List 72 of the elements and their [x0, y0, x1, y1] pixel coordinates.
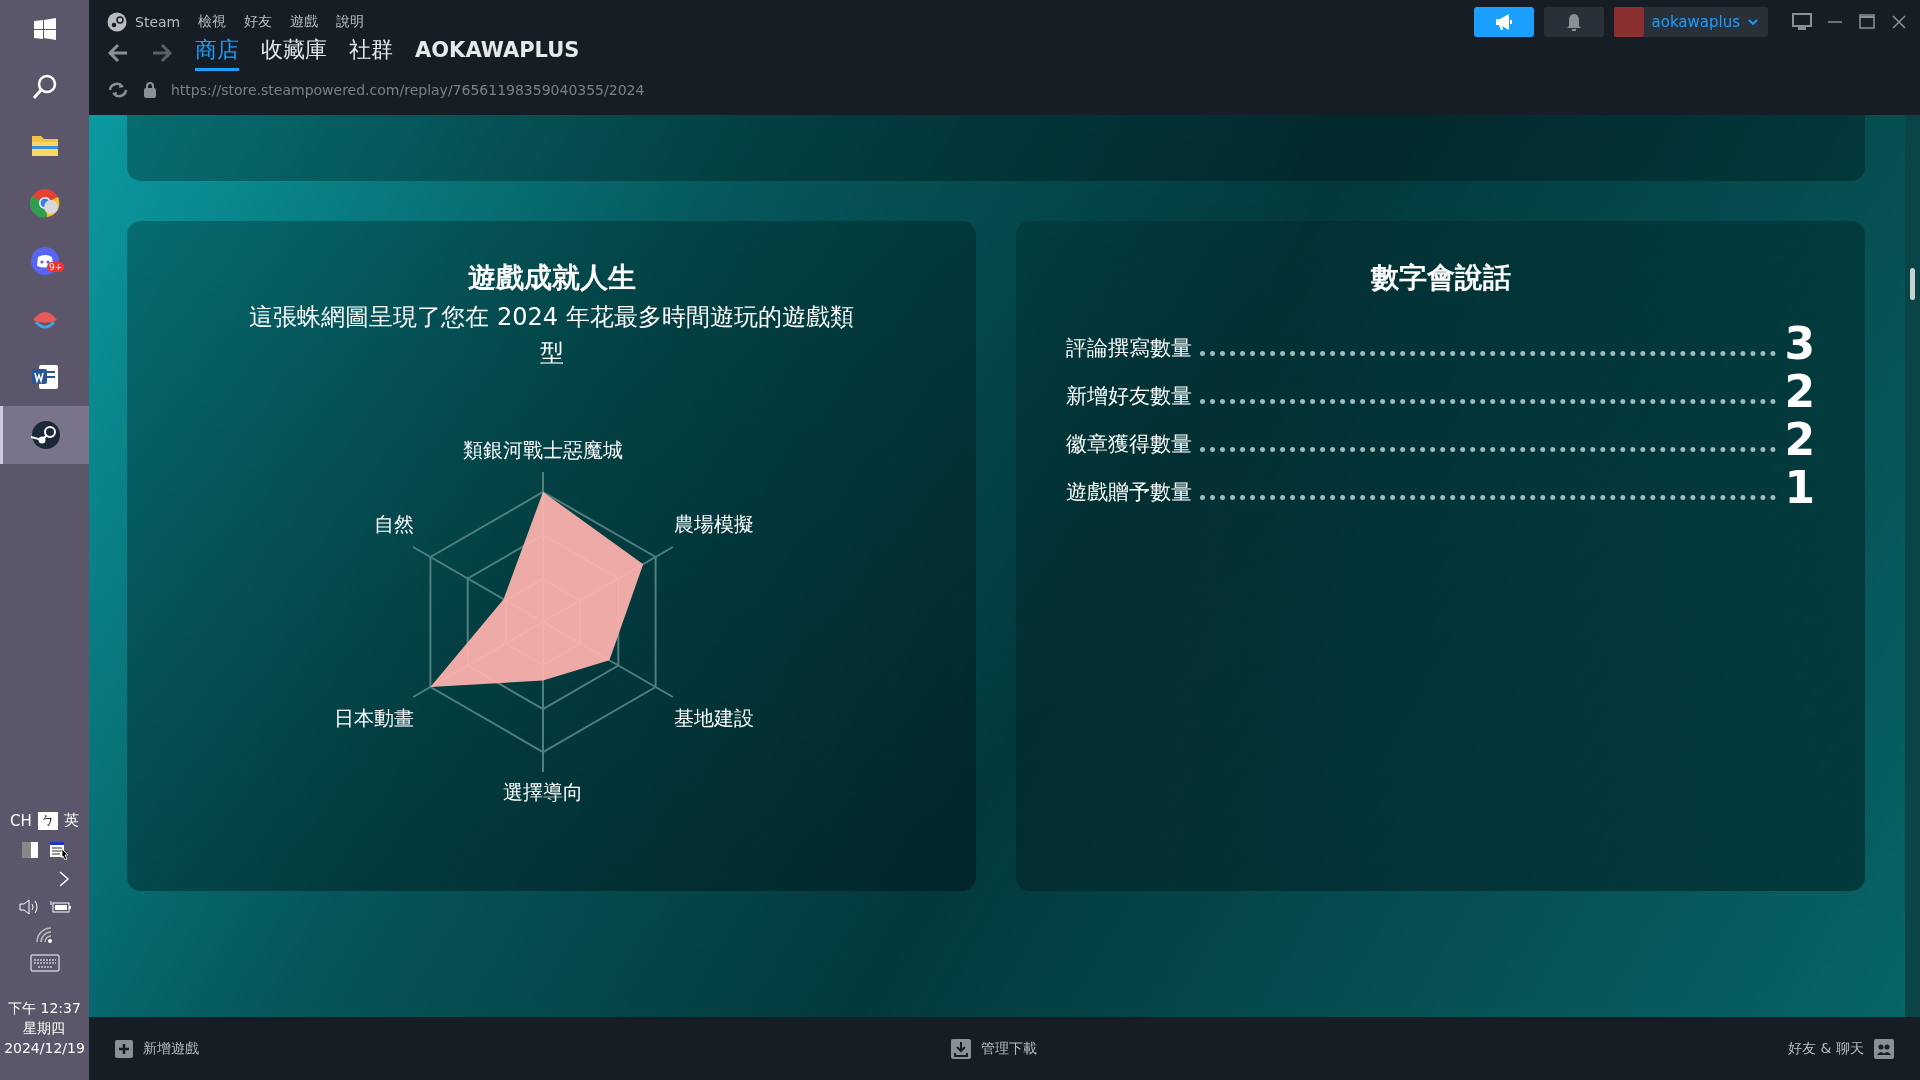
scrollbar[interactable]	[1905, 115, 1920, 1017]
lock-icon	[143, 81, 157, 99]
axis-label: 自然	[373, 512, 414, 536]
chevron-right-icon[interactable]	[57, 870, 70, 888]
notepad-cursor-icon[interactable]	[48, 840, 69, 860]
download-icon	[950, 1038, 971, 1059]
menu-item[interactable]: 說明	[336, 13, 365, 31]
username[interactable]: aokawaplus	[1651, 13, 1740, 31]
reload-icon[interactable]	[107, 81, 129, 99]
card-subtitle: 這張蛛網圖呈現了您在 2024 年花最多時間遊玩的遊戲類型	[248, 302, 855, 369]
nav-tab[interactable]: 社群	[349, 35, 393, 71]
stat-value: 1	[1784, 466, 1815, 510]
bell-icon	[1565, 13, 1582, 31]
steam-logo-icon[interactable]	[31, 420, 61, 450]
wifi-icon[interactable]	[34, 926, 55, 944]
stat-label: 徽章獲得數量	[1066, 431, 1192, 458]
search-icon[interactable]	[30, 73, 59, 101]
battery-icon[interactable]	[49, 900, 72, 914]
folder-icon[interactable]	[30, 133, 59, 157]
stat-label: 新增好友數量	[1066, 383, 1192, 410]
axis-label: 農場模擬	[673, 512, 754, 536]
clock-weekday[interactable]: 星期四	[23, 1020, 66, 1038]
menu-item[interactable]: 好友	[244, 13, 273, 31]
add-game-button[interactable]: 新增遊戲	[109, 1038, 205, 1059]
megaphone-icon	[1493, 13, 1514, 31]
chat-app-icon[interactable]	[29, 246, 60, 276]
nav-tab[interactable]: AOKAWAPLUS	[415, 38, 580, 68]
steam-logo-icon	[107, 12, 127, 32]
notifications-button[interactable]	[1543, 7, 1604, 37]
keyboard-icon[interactable]	[29, 954, 60, 972]
axis-label: 選擇導向	[502, 780, 583, 804]
windows-logo-icon[interactable]	[33, 18, 56, 40]
manage-downloads-button[interactable]: 管理下載	[944, 1037, 1043, 1060]
axis-label: 基地建設	[673, 706, 754, 730]
announcement-button[interactable]	[1473, 7, 1534, 37]
plus-icon	[115, 1039, 133, 1058]
input-method-indicator[interactable]: CH	[10, 811, 32, 830]
nav-tab[interactable]: 商店	[195, 35, 239, 71]
clock-date[interactable]: 2024/12/19	[4, 1040, 85, 1056]
nav-tab[interactable]: 收藏庫	[261, 35, 327, 71]
card-title: 數字會說話	[1370, 260, 1511, 296]
browser-icon[interactable]	[29, 188, 60, 218]
maximize-icon[interactable]	[1858, 13, 1876, 31]
input-method-indicator[interactable]: 英	[63, 811, 79, 830]
menu-item[interactable]: Steam	[135, 14, 181, 30]
friends-chat-button[interactable]: 好友 & 聊天	[1782, 1037, 1900, 1060]
input-method-indicator[interactable]: ㄅ	[37, 811, 58, 830]
axis-label: 日本動畫	[333, 706, 414, 730]
close-icon[interactable]	[1890, 13, 1908, 31]
back-arrow-icon[interactable]	[107, 43, 129, 63]
document-app-icon[interactable]	[30, 364, 59, 390]
url-text[interactable]: https://store.steampowered.com/replay/76561198359040355/2024	[171, 82, 645, 98]
half-square-icon[interactable]	[20, 841, 39, 859]
stat-value: 3	[1784, 322, 1815, 366]
notification-badge: 9+	[47, 262, 65, 272]
account-menu[interactable]: aokawaplus	[1613, 7, 1768, 37]
menu-item[interactable]: 檢視	[198, 13, 227, 31]
friends-icon	[1874, 1038, 1894, 1059]
speaker-icon[interactable]	[17, 898, 40, 916]
stat-label: 評論撰寫數量	[1066, 335, 1192, 362]
menu-item[interactable]: 遊戲	[290, 13, 319, 31]
forward-arrow-icon[interactable]	[151, 43, 173, 63]
monitor-icon[interactable]	[1792, 13, 1812, 31]
scrollbar-thumb[interactable]	[1910, 268, 1915, 300]
stat-value: 2	[1784, 418, 1815, 462]
axis-label: 類銀河戰士惡魔城	[462, 438, 623, 462]
avatar-placeholder	[1613, 7, 1644, 37]
stat-value: 2	[1784, 370, 1815, 414]
clock-time[interactable]: 下午 12:37	[8, 1000, 81, 1018]
stat-label: 遊戲贈予數量	[1066, 479, 1192, 506]
card-title: 遊戲成就人生	[467, 260, 636, 296]
chevron-down-icon[interactable]	[1748, 18, 1758, 26]
